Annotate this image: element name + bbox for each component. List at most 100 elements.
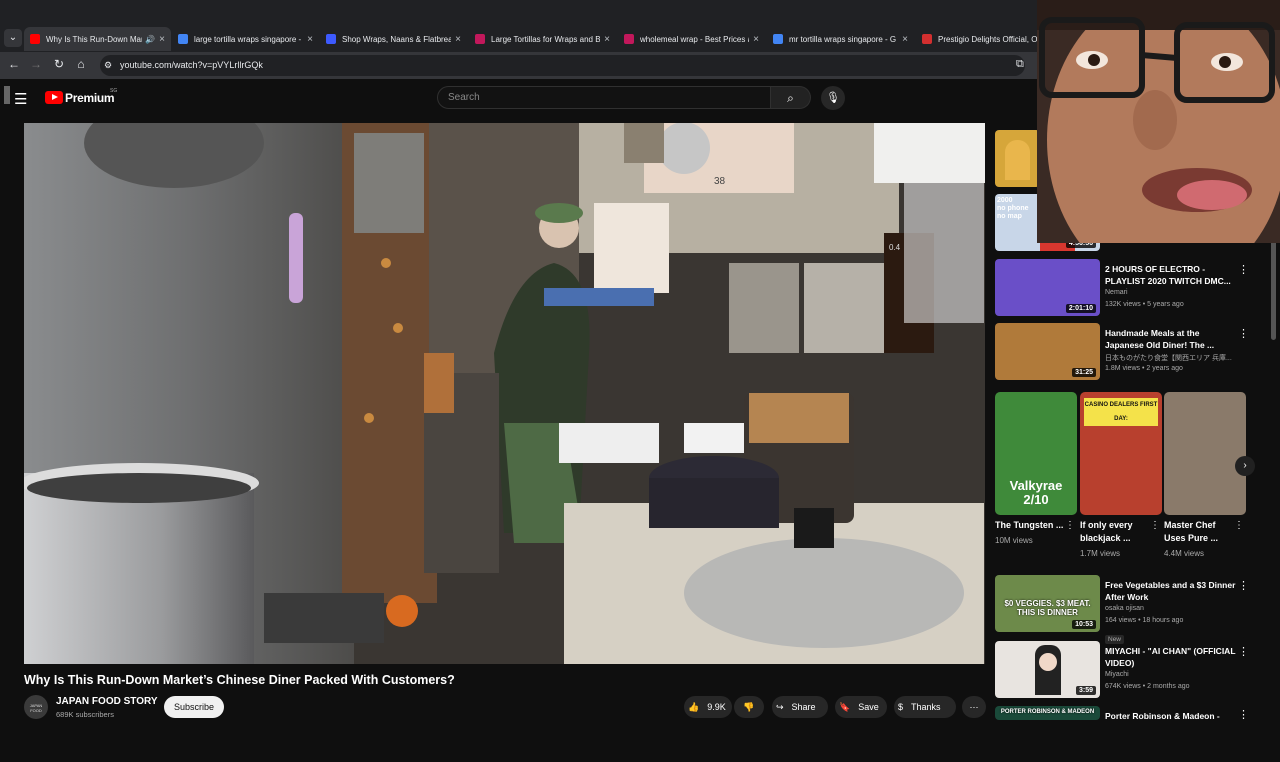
thanks-icon: $	[898, 702, 904, 712]
rec-thumbnail[interactable]: 2:01:10	[995, 259, 1100, 316]
rec-channel[interactable]: osaka ojisan	[1105, 605, 1144, 612]
rec-duration: 31:25	[1072, 368, 1096, 377]
tab-title: wholemeal wrap - Best Prices a	[640, 34, 750, 44]
dislike-button[interactable]: 👎	[734, 696, 764, 718]
site-info-icon[interactable]: ⚙	[104, 55, 112, 76]
search-button[interactable]: ⌕	[771, 86, 811, 109]
short-thumbnail[interactable]: Valkyrae 2/10	[995, 392, 1077, 515]
share-label: Share	[791, 702, 816, 712]
share-icon: ↪	[776, 702, 784, 712]
like-button[interactable]: 👍 9.9K	[684, 696, 732, 718]
short-title[interactable]: If only every blackjack ...	[1080, 519, 1152, 545]
guide-menu-icon[interactable]: ☰	[14, 90, 27, 108]
browser-tab[interactable]: Large Tortillas for Wraps and Bu ×	[469, 27, 616, 51]
region-code: SG	[110, 88, 118, 94]
store-icon	[624, 34, 634, 44]
shop-icon	[326, 34, 336, 44]
short-item[interactable]: CASINO DEALERS FIRST DAY: If only every b…	[1080, 392, 1162, 558]
rec-thumb-top-1[interactable]	[995, 130, 1040, 187]
rec-title[interactable]: 2 HOURS OF ELECTRO - PLAYLIST 2020 TWITC…	[1105, 263, 1240, 287]
overlay-label-2: 0.4	[889, 243, 901, 252]
short-thumbnail[interactable]	[1164, 392, 1246, 515]
close-tab-icon[interactable]: ×	[455, 34, 461, 45]
rec-thumb-text: $0 VEGGIES. $3 MEAT. THIS IS DINNER	[1004, 599, 1091, 617]
shop-icon	[922, 34, 932, 44]
channel-avatar[interactable]: JAPAN FOOD	[24, 695, 48, 719]
browser-tab[interactable]: wholemeal wrap - Best Prices a ×	[618, 27, 765, 51]
more-vert-icon[interactable]: ⋮	[1238, 579, 1249, 592]
close-tab-icon[interactable]: ×	[753, 34, 759, 45]
recommendation-item[interactable]: 3:59 MIYACHI - "AI CHAN" (OFFICIAL VIDEO)…	[995, 641, 1280, 698]
short-item[interactable]: Master Chef Uses Pure ... 4.4M views ⋮	[1164, 392, 1246, 558]
more-vert-icon[interactable]: ⋮	[1238, 327, 1249, 340]
more-actions-button[interactable]: ⋯	[962, 696, 986, 718]
youtube-logo-icon[interactable]	[45, 91, 63, 104]
more-vert-icon[interactable]: ⋮	[1238, 263, 1249, 276]
save-button[interactable]: 🔖 Save	[835, 696, 887, 718]
more-vert-icon[interactable]: ⋮	[1150, 520, 1160, 531]
rec-title[interactable]: Porter Robinson & Madeon -	[1105, 710, 1240, 722]
share-button[interactable]: ↪ Share	[772, 696, 828, 718]
forward-icon[interactable]: →	[28, 57, 44, 71]
browser-tab[interactable]: Why Is This Run-Down Mar 🔊 ×	[24, 27, 171, 51]
more-vert-icon[interactable]: ⋮	[1065, 520, 1075, 531]
url-bar[interactable]: ⚙ youtube.com/watch?v=pVYLrllrGQk	[100, 55, 1025, 76]
more-icon: ⋯	[969, 702, 979, 712]
thanks-button[interactable]: $ Thanks	[894, 696, 956, 718]
top-thumb-text-2: no phone	[997, 205, 1029, 212]
short-overlay-text: Valkyrae 2/10	[1009, 478, 1063, 507]
recommendation-item[interactable]: $0 VEGGIES. $3 MEAT. THIS IS DINNER 10:53…	[995, 575, 1280, 644]
rec-title[interactable]: MIYACHI - "AI CHAN" (OFFICIAL VIDEO)	[1105, 645, 1240, 669]
url-text: youtube.com/watch?v=pVYLrllrGQk	[120, 60, 263, 70]
subscribe-button[interactable]: Subscribe	[164, 696, 224, 718]
rec-title[interactable]: Handmade Meals at the Japanese Old Diner…	[1105, 327, 1240, 351]
reload-icon[interactable]: ↻	[51, 57, 67, 71]
more-vert-icon[interactable]: ⋮	[1234, 520, 1244, 531]
rec-thumbnail[interactable]: 3:59	[995, 641, 1100, 698]
youtube-brand[interactable]: Premium	[65, 91, 115, 105]
recommendation-item[interactable]: PORTER ROBINSON & MADEON Porter Robinson …	[995, 706, 1280, 762]
more-vert-icon[interactable]: ⋮	[1238, 645, 1249, 658]
browser-tab[interactable]: large tortilla wraps singapore - ×	[172, 27, 319, 51]
browser-tab[interactable]: Shop Wraps, Naans & Flatbrea ×	[320, 27, 467, 51]
open-in-app-icon[interactable]: ⧉	[1016, 58, 1024, 71]
more-vert-icon[interactable]: ⋮	[1238, 708, 1249, 721]
channel-name[interactable]: JAPAN FOOD STORY	[56, 696, 158, 707]
recommendation-item[interactable]: 2:01:10 2 HOURS OF ELECTRO - PLAYLIST 202…	[995, 259, 1280, 316]
short-views: 4.4M views	[1164, 549, 1205, 558]
voice-search-button[interactable]: 🎙	[821, 86, 845, 110]
rec-channel[interactable]: Nemari	[1105, 289, 1128, 296]
video-player[interactable]: 38 0.4	[24, 123, 985, 664]
rec-channel[interactable]: 日本ものがたり食堂【関西エリア 兵庫...	[1105, 353, 1232, 363]
rec-meta: 674K views • 2 months ago	[1105, 683, 1190, 690]
tab-title: Prestigio Delights Official, Onl	[938, 34, 1044, 44]
short-title[interactable]: Master Chef Uses Pure ...	[1164, 519, 1236, 545]
rec-duration: 10:53	[1072, 620, 1096, 629]
rec-thumbnail[interactable]: $0 VEGGIES. $3 MEAT. THIS IS DINNER 10:53	[995, 575, 1100, 632]
short-views: 1.7M views	[1080, 549, 1121, 558]
subscriber-count: 689K subscribers	[56, 710, 114, 719]
rec-channel[interactable]: Miyachi	[1105, 671, 1129, 678]
short-overlay-text: CASINO DEALERS FIRST DAY:	[1084, 398, 1158, 426]
search-input[interactable]: Search	[437, 86, 771, 109]
home-icon[interactable]: ⌂	[73, 57, 89, 71]
video-title: Why Is This Run-Down Market’s Chinese Di…	[24, 673, 455, 687]
close-tab-icon[interactable]: ×	[902, 34, 908, 45]
shorts-next-button[interactable]: ›	[1235, 456, 1255, 476]
short-thumbnail[interactable]: CASINO DEALERS FIRST DAY:	[1080, 392, 1162, 515]
rec-title[interactable]: Free Vegetables and a $3 Dinner After Wo…	[1105, 579, 1240, 603]
recommendation-item[interactable]: 31:25 Handmade Meals at the Japanese Old …	[995, 323, 1280, 380]
tab-search-button[interactable]: ⌄	[4, 29, 22, 47]
overlay-label-1: 38	[714, 176, 726, 187]
short-title[interactable]: The Tungsten ...	[995, 519, 1067, 532]
rec-duration: 3:59	[1075, 686, 1096, 695]
rec-thumbnail[interactable]: PORTER ROBINSON & MADEON	[995, 706, 1100, 720]
short-item[interactable]: Valkyrae 2/10 The Tungsten ... 10M views ⋮	[995, 392, 1077, 545]
close-tab-icon[interactable]: ×	[604, 34, 610, 45]
close-tab-icon[interactable]: ×	[307, 34, 313, 45]
back-icon[interactable]: ←	[6, 57, 22, 71]
rec-thumbnail[interactable]: 31:25	[995, 323, 1100, 380]
tab-audio-icon[interactable]: 🔊	[145, 35, 155, 44]
browser-tab[interactable]: mr tortilla wraps singapore - G ×	[767, 27, 914, 51]
close-tab-icon[interactable]: ×	[159, 34, 165, 45]
